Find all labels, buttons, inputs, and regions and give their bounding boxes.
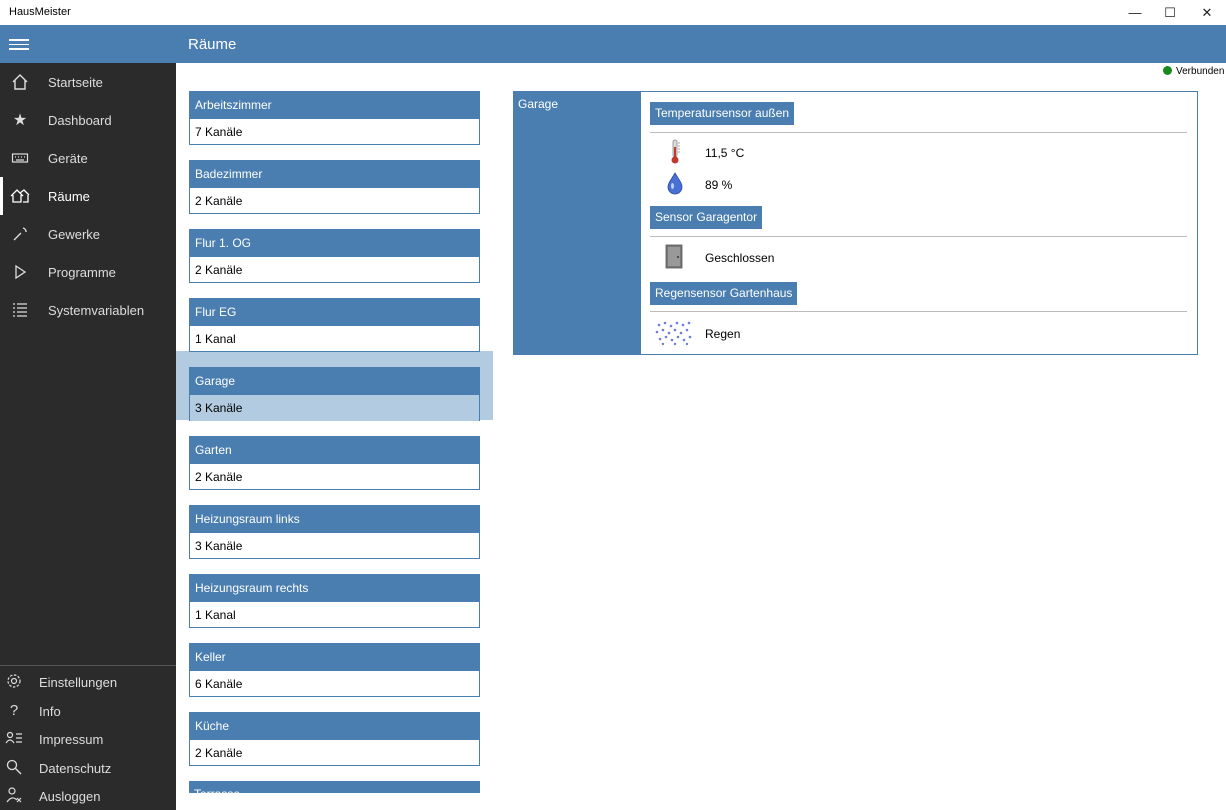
sidebar-item-einstellungen[interactable]: Einstellungen bbox=[0, 667, 176, 695]
room-name: Terrasse bbox=[189, 781, 480, 793]
keyboard-icon bbox=[10, 148, 30, 168]
sidebar-item-datenschutz[interactable]: Datenschutz bbox=[0, 753, 176, 781]
room-card[interactable]: Garten 2 Kanäle bbox=[189, 436, 480, 490]
device-header-garage-door-sensor[interactable]: Sensor Garagentor bbox=[650, 206, 763, 229]
sidebar-item-label: Geräte bbox=[48, 151, 88, 166]
sidebar-item-label: Räume bbox=[48, 189, 90, 204]
room-card[interactable]: Flur 1. OG 2 Kanäle bbox=[189, 229, 480, 283]
room-name: Küche bbox=[190, 713, 479, 740]
humidity-value: 89 % bbox=[705, 178, 733, 192]
logout-icon bbox=[4, 785, 24, 805]
sidebar-item-impressum[interactable]: Impressum bbox=[0, 724, 176, 752]
room-name: Flur 1. OG bbox=[190, 230, 479, 257]
sidebar-item-label: Info bbox=[39, 704, 61, 719]
app-title: HausMeister bbox=[9, 6, 71, 18]
star-icon: ★ bbox=[12, 112, 28, 129]
room-card[interactable]: Badezimmer 2 Kanäle bbox=[189, 160, 480, 214]
room-name: Heizungsraum links bbox=[190, 506, 479, 533]
contact-icon bbox=[4, 728, 24, 748]
sidebar-item-label: Dashboard bbox=[48, 113, 112, 128]
close-button[interactable]: ✕ bbox=[1188, 0, 1226, 25]
door-state-value: Geschlossen bbox=[705, 251, 775, 265]
question-icon: ? bbox=[9, 701, 19, 719]
rooms-icon bbox=[10, 186, 30, 206]
divider bbox=[650, 132, 1187, 133]
wrench-icon bbox=[10, 224, 30, 244]
sidebar-item-programme[interactable]: Programme bbox=[0, 253, 176, 291]
sidebar-item-label: Einstellungen bbox=[39, 675, 118, 690]
maximize-button[interactable]: ☐ bbox=[1151, 0, 1189, 25]
sidebar-item-label: Systemvariablen bbox=[48, 303, 145, 318]
connection-status: Verbunden bbox=[1163, 66, 1224, 77]
room-card-selected[interactable]: Garage 3 Kanäle bbox=[189, 367, 480, 421]
sidebar-item-geraete[interactable]: Geräte bbox=[0, 139, 176, 177]
room-name: Garage bbox=[190, 368, 479, 395]
room-name: Keller bbox=[190, 644, 479, 671]
sidebar-item-label: Impressum bbox=[39, 732, 104, 747]
divider bbox=[650, 236, 1187, 237]
title-bar: HausMeister — ☐ ✕ bbox=[0, 0, 1226, 25]
room-name: Heizungsraum rechts bbox=[190, 575, 479, 602]
room-name: Badezimmer bbox=[190, 161, 479, 188]
room-card[interactable]: Flur EG 1 Kanal bbox=[189, 298, 480, 352]
sidebar-divider bbox=[0, 665, 176, 666]
room-card-partial[interactable]: Terrasse bbox=[189, 781, 480, 793]
room-channel-count: 2 Kanäle bbox=[195, 470, 243, 484]
status-dot-icon bbox=[1163, 66, 1172, 75]
sidebar-item-gewerke[interactable]: Gewerke bbox=[0, 215, 176, 253]
sidebar-item-ausloggen[interactable]: Ausloggen bbox=[0, 781, 176, 809]
temperature-value: 11,5 °C bbox=[705, 146, 745, 160]
sidebar-item-label: Ausloggen bbox=[39, 789, 101, 804]
room-channel-count: 7 Kanäle bbox=[195, 125, 243, 139]
room-name: Arbeitszimmer bbox=[190, 92, 479, 119]
sidebar-item-info[interactable]: ? Info bbox=[0, 696, 176, 724]
room-channel-count: 3 Kanäle bbox=[195, 539, 243, 553]
rain-state-value: Regen bbox=[705, 327, 741, 341]
page-title: Räume bbox=[188, 36, 237, 53]
sidebar-item-startseite[interactable]: Startseite bbox=[0, 63, 176, 101]
room-channel-count: 2 Kanäle bbox=[195, 263, 243, 277]
search-key-icon bbox=[4, 757, 24, 777]
rain-icon bbox=[655, 320, 693, 346]
door-icon bbox=[664, 244, 686, 270]
room-card[interactable]: Heizungsraum rechts 1 Kanal bbox=[189, 574, 480, 628]
humidity-drop-icon bbox=[664, 171, 686, 197]
minimize-button[interactable]: — bbox=[1116, 0, 1154, 25]
room-channel-count: 2 Kanäle bbox=[195, 194, 243, 208]
room-card[interactable]: Arbeitszimmer 7 Kanäle bbox=[189, 91, 480, 145]
room-name: Flur EG bbox=[190, 299, 479, 326]
status-label: Verbunden bbox=[1176, 66, 1225, 77]
home-icon bbox=[10, 72, 30, 92]
sidebar-item-label: Programme bbox=[48, 265, 116, 280]
hamburger-menu-icon[interactable] bbox=[9, 36, 29, 52]
room-card[interactable]: Keller 6 Kanäle bbox=[189, 643, 480, 697]
sidebar-item-systemvariablen[interactable]: Systemvariablen bbox=[0, 291, 176, 329]
app-header bbox=[0, 25, 1226, 63]
device-header-rain-sensor[interactable]: Regensensor Gartenhaus bbox=[650, 282, 798, 305]
room-detail-title: Garage bbox=[518, 97, 559, 111]
room-channel-count: 2 Kanäle bbox=[195, 746, 243, 760]
thermometer-icon bbox=[664, 139, 686, 165]
play-icon bbox=[10, 262, 30, 282]
device-header-temperature-sensor[interactable]: Temperatursensor außen bbox=[650, 102, 795, 125]
room-name: Garten bbox=[190, 437, 479, 464]
room-card[interactable]: Küche 2 Kanäle bbox=[189, 712, 480, 766]
room-channel-count: 3 Kanäle bbox=[190, 395, 479, 421]
sidebar-item-label: Datenschutz bbox=[39, 761, 112, 776]
gear-icon bbox=[4, 671, 24, 691]
room-card[interactable]: Heizungsraum links 3 Kanäle bbox=[189, 505, 480, 559]
room-channel-count: 1 Kanal bbox=[195, 608, 236, 622]
sidebar-item-label: Gewerke bbox=[48, 227, 101, 242]
list-icon bbox=[10, 300, 30, 320]
divider bbox=[650, 311, 1187, 312]
room-channel-count: 1 Kanal bbox=[195, 332, 236, 346]
sidebar-item-raeume[interactable]: Räume bbox=[0, 177, 176, 215]
room-detail-sidebar bbox=[513, 91, 641, 355]
sidebar-item-label: Startseite bbox=[48, 75, 103, 90]
room-channel-count: 6 Kanäle bbox=[195, 677, 243, 691]
sidebar-item-dashboard[interactable]: ★ Dashboard bbox=[0, 101, 176, 139]
